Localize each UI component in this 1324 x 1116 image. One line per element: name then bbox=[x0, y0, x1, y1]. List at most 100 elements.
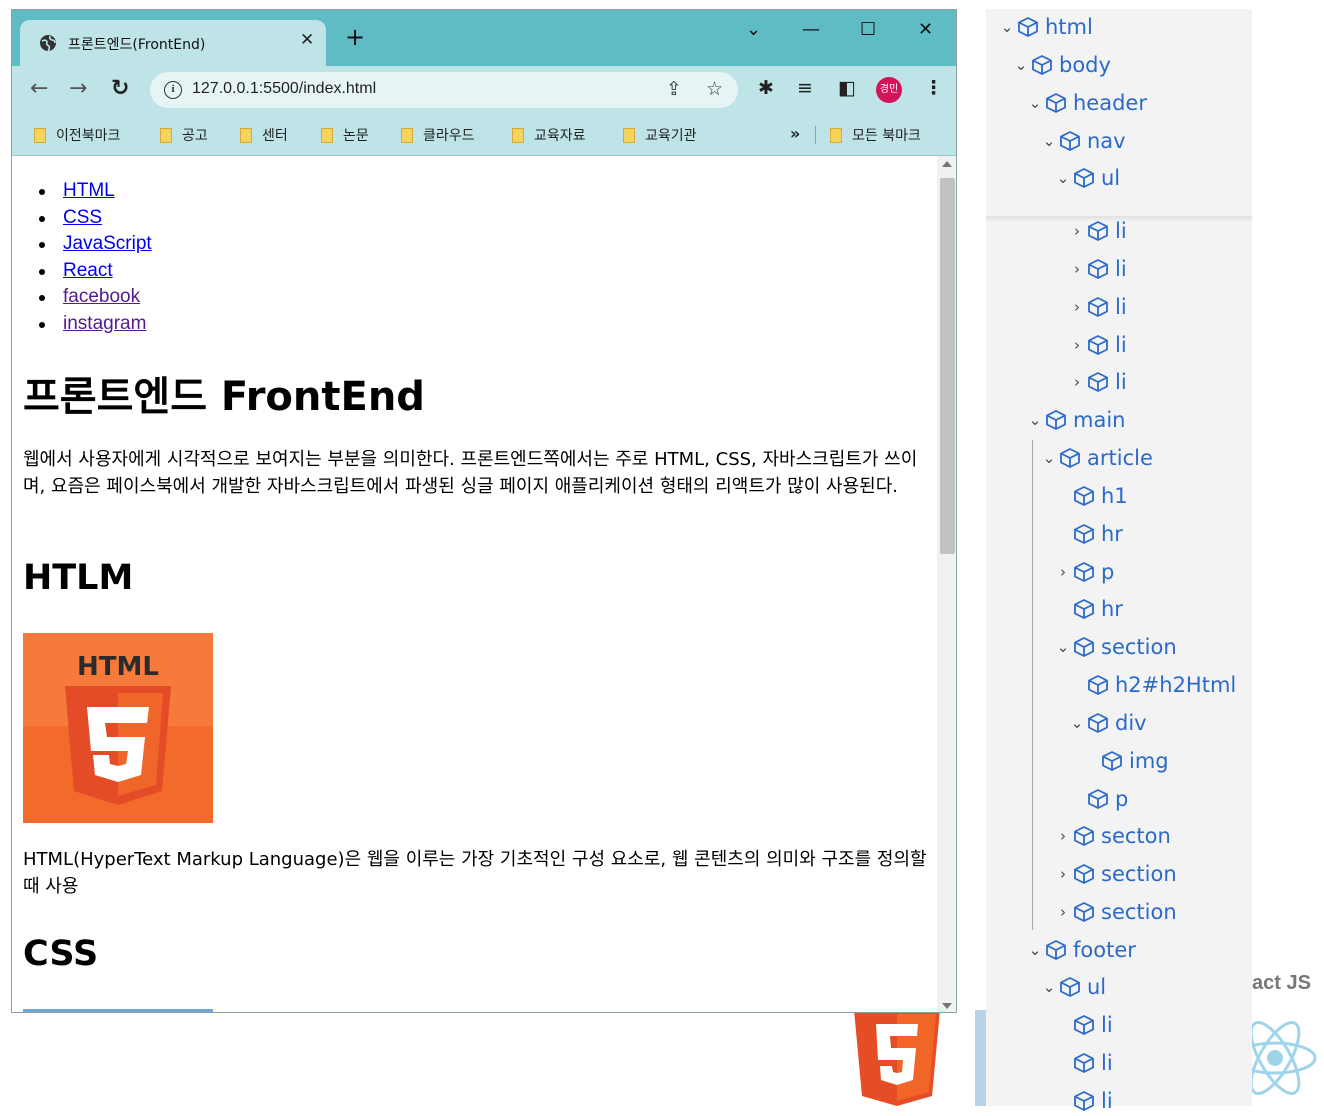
chevron-down-icon[interactable]: ⌄ bbox=[997, 12, 1017, 42]
bookmark-folder[interactable]: 센터 bbox=[240, 125, 288, 145]
media-queue-icon[interactable]: ≡ bbox=[797, 77, 813, 99]
back-arrow-icon[interactable]: ← bbox=[30, 78, 48, 100]
section-title-html: HTLM bbox=[23, 558, 134, 598]
tree-node[interactable]: hr bbox=[1053, 519, 1123, 549]
tree-node[interactable]: li bbox=[1053, 1010, 1113, 1040]
html5-logo-text: HTML bbox=[77, 652, 159, 682]
nav-link-facebook[interactable]: facebook bbox=[63, 286, 140, 307]
chevron-right-icon[interactable]: › bbox=[1053, 897, 1073, 927]
tree-node[interactable]: ⌄ article bbox=[1039, 443, 1153, 473]
tree-node[interactable]: ⌄ ul bbox=[1039, 972, 1106, 1002]
chevron-right-icon[interactable]: › bbox=[1053, 859, 1073, 889]
intro-paragraph: 웹에서 사용자에게 시각적으로 보여지는 부분을 의미한다. 프론트엔드쪽에서는… bbox=[23, 449, 918, 497]
tree-node[interactable]: ⌄ header bbox=[1025, 88, 1147, 118]
chevron-down-icon[interactable]: ⌄ bbox=[1025, 405, 1045, 435]
tree-node[interactable]: p bbox=[1067, 784, 1128, 814]
vertical-scrollbar[interactable] bbox=[937, 156, 956, 1012]
tree-node[interactable]: ⌄ section bbox=[1053, 632, 1177, 662]
chevron-down-icon[interactable]: ⌄ bbox=[1053, 632, 1073, 662]
side-panel-icon[interactable]: ◧ bbox=[838, 77, 856, 99]
browser-tab[interactable]: 프론트엔드(FrontEnd) ✕ bbox=[20, 20, 326, 66]
folder-icon bbox=[512, 128, 524, 143]
forward-arrow-icon[interactable]: → bbox=[69, 78, 87, 100]
tree-node-label: p bbox=[1101, 560, 1115, 584]
chevron-down-icon[interactable]: ⌄ bbox=[1067, 708, 1087, 738]
bookmark-folder[interactable]: 교육기관 bbox=[623, 125, 697, 145]
nav-link-javascript[interactable]: JavaScript bbox=[63, 233, 152, 254]
chevron-right-icon[interactable]: › bbox=[1067, 216, 1087, 246]
tree-node[interactable]: li bbox=[1053, 1086, 1113, 1116]
tab-search-icon[interactable]: ⌄ bbox=[746, 20, 761, 40]
tree-node[interactable]: ⌄ nav bbox=[1039, 126, 1126, 156]
bookmarks-overflow-button[interactable]: » bbox=[790, 124, 800, 143]
tree-node-label: li bbox=[1115, 257, 1127, 281]
chevron-down-icon[interactable]: ⌄ bbox=[1039, 126, 1059, 156]
tree-node[interactable]: › p bbox=[1053, 557, 1114, 587]
chevron-down-icon[interactable]: ⌄ bbox=[1053, 163, 1073, 193]
profile-avatar[interactable]: 경민 bbox=[876, 77, 902, 103]
nav-link-react[interactable]: React bbox=[63, 260, 113, 281]
chevron-down-icon[interactable]: ⌄ bbox=[1025, 88, 1045, 118]
tree-node[interactable]: › li bbox=[1067, 292, 1127, 322]
address-bar[interactable]: i 127.0.0.1:5500/index.html ⇪ ☆ bbox=[150, 72, 738, 108]
tree-node[interactable]: ⌄ html bbox=[997, 12, 1093, 42]
tree-node[interactable]: img bbox=[1081, 746, 1169, 776]
tree-node[interactable]: › li bbox=[1067, 330, 1127, 360]
tree-node[interactable]: h1 bbox=[1053, 481, 1128, 511]
tree-node[interactable]: › secton bbox=[1053, 821, 1171, 851]
tree-node-label: li bbox=[1115, 295, 1127, 319]
chevron-right-icon[interactable]: › bbox=[1053, 557, 1073, 587]
nav-link-instagram[interactable]: instagram bbox=[63, 313, 146, 334]
bookmark-folder[interactable]: 논문 bbox=[321, 125, 369, 145]
more-menu-icon[interactable]: ⋮ bbox=[924, 77, 943, 99]
css-logo-image bbox=[23, 1009, 213, 1012]
tree-node[interactable]: h2#h2Html bbox=[1067, 670, 1236, 700]
bookmark-folder[interactable]: 공고 bbox=[160, 125, 208, 145]
site-info-icon[interactable]: i bbox=[164, 81, 182, 99]
new-tab-button[interactable]: + bbox=[345, 25, 365, 49]
share-icon[interactable]: ⇪ bbox=[666, 78, 682, 100]
minimize-button[interactable]: — bbox=[802, 20, 820, 40]
reload-icon[interactable]: ↻ bbox=[111, 78, 129, 100]
chevron-down-icon[interactable]: ⌄ bbox=[1039, 972, 1059, 1002]
bookmark-folder[interactable]: 교육자료 bbox=[512, 125, 586, 145]
bookmark-folder[interactable]: 이전북마크 bbox=[34, 125, 120, 145]
nav-link-html[interactable]: HTML bbox=[63, 180, 115, 201]
tree-node[interactable]: ⌄ footer bbox=[1025, 935, 1136, 965]
tree-node[interactable]: ⌄ div bbox=[1067, 708, 1147, 738]
tree-node[interactable]: ⌄ main bbox=[1025, 405, 1126, 435]
tree-node[interactable]: › section bbox=[1053, 897, 1177, 927]
tree-node-label: secton bbox=[1101, 824, 1171, 848]
all-bookmarks-folder[interactable]: 모든 북마크 bbox=[830, 125, 921, 145]
bookmark-star-icon[interactable]: ☆ bbox=[706, 78, 723, 100]
close-window-button[interactable]: ✕ bbox=[918, 20, 933, 40]
chevron-down-icon[interactable]: ⌄ bbox=[1011, 50, 1031, 80]
chevron-right-icon[interactable]: › bbox=[1067, 330, 1087, 360]
tree-node-label: section bbox=[1101, 635, 1177, 659]
tree-node[interactable]: › li bbox=[1067, 367, 1127, 397]
tree-node[interactable]: ⌄ body bbox=[1011, 50, 1111, 80]
bookmark-folder[interactable]: 클라우드 bbox=[401, 125, 475, 145]
chevron-down-icon[interactable]: ⌄ bbox=[1025, 935, 1045, 965]
tab-close-icon[interactable]: ✕ bbox=[300, 30, 314, 50]
nav-link-css[interactable]: CSS bbox=[63, 207, 102, 228]
tree-node[interactable]: › li bbox=[1067, 216, 1127, 246]
tree-node[interactable]: hr bbox=[1053, 594, 1123, 624]
chevron-right-icon[interactable]: › bbox=[1067, 367, 1087, 397]
node-cube-icon bbox=[1060, 448, 1080, 468]
chevron-right-icon[interactable]: › bbox=[1067, 292, 1087, 322]
chevron-down-icon[interactable]: ⌄ bbox=[1039, 443, 1059, 473]
chevron-right-icon[interactable]: › bbox=[1053, 821, 1073, 851]
scroll-down-arrow-icon[interactable] bbox=[942, 1003, 952, 1009]
extensions-puzzle-icon[interactable]: ✱ bbox=[758, 77, 774, 99]
maximize-button[interactable]: ☐ bbox=[860, 20, 876, 40]
tree-node[interactable]: › li bbox=[1067, 254, 1127, 284]
tree-node[interactable]: › section bbox=[1053, 859, 1177, 889]
scroll-up-arrow-icon[interactable] bbox=[942, 161, 952, 167]
tree-node[interactable]: li bbox=[1053, 1048, 1113, 1078]
scroll-thumb[interactable] bbox=[940, 178, 955, 554]
url-text: 127.0.0.1:5500/index.html bbox=[192, 80, 377, 97]
tree-node[interactable]: ⌄ ul bbox=[1053, 163, 1120, 193]
node-cube-icon bbox=[1074, 486, 1094, 506]
chevron-right-icon[interactable]: › bbox=[1067, 254, 1087, 284]
